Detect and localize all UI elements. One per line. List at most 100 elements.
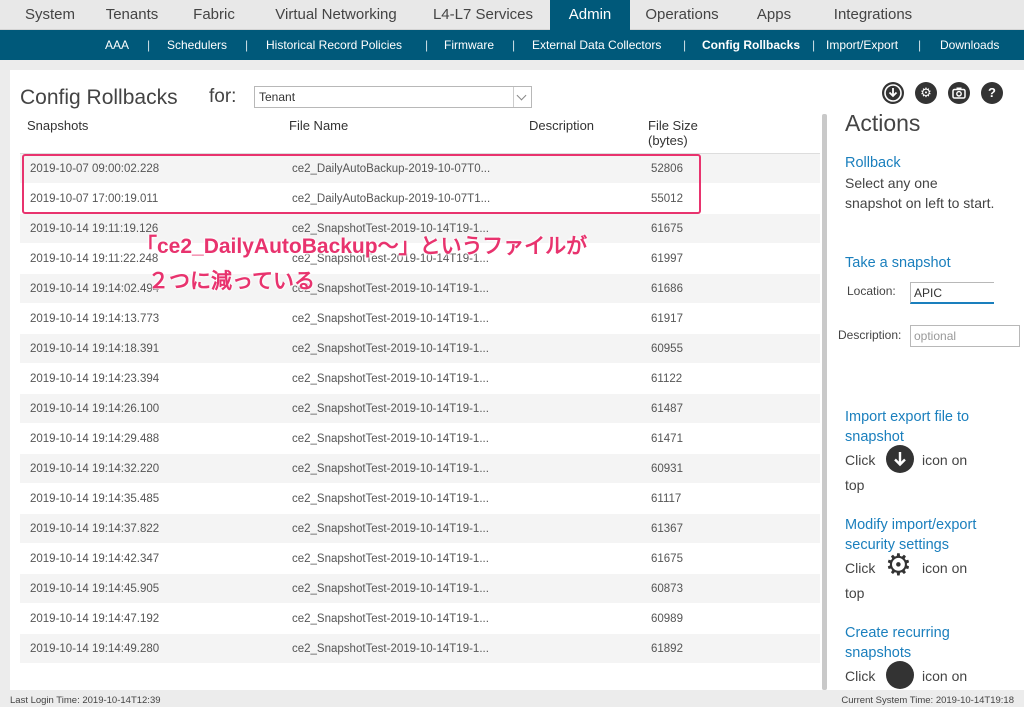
file-size-cell: 61675 — [651, 553, 683, 565]
table-row[interactable]: 2019-10-14 19:14:26.100 ce2_SnapshotTest-… — [20, 394, 820, 424]
camera-icon[interactable] — [948, 82, 970, 104]
subnav-downloads[interactable]: Downloads — [940, 30, 999, 60]
file-name-cell: ce2_SnapshotTest-2019-10-14T19-1... — [292, 313, 489, 325]
icon-on-label: icon on — [922, 668, 968, 684]
table-row[interactable]: 2019-10-14 19:11:19.126 ce2_SnapshotTest-… — [20, 214, 820, 244]
file-name-cell: ce2_SnapshotTest-2019-10-14T19-1... — [292, 613, 489, 625]
rollback-link[interactable]: Rollback — [845, 153, 901, 173]
location-input[interactable]: APIC — [910, 282, 994, 304]
file-name-cell: ce2_SnapshotTest-2019-10-14T19-1... — [292, 373, 489, 385]
click-label: Click — [845, 560, 876, 576]
tab-operations[interactable]: Operations — [632, 0, 732, 30]
gear-icon[interactable]: ⚙ — [915, 82, 937, 104]
table-scrollbar[interactable] — [822, 114, 827, 690]
tab-integrations[interactable]: Integrations — [816, 0, 930, 30]
table-row[interactable]: 2019-10-14 19:14:02.494 ce2_SnapshotTest-… — [20, 274, 820, 304]
description-input[interactable]: optional — [910, 325, 1020, 347]
file-name-cell: ce2_SnapshotTest-2019-10-14T19-1... — [292, 433, 489, 445]
last-login-time: Last Login Time: 2019-10-14T12:39 — [10, 695, 161, 706]
table-row[interactable]: 2019-10-14 19:14:37.822 ce2_SnapshotTest-… — [20, 514, 820, 544]
take-snapshot-link[interactable]: Take a snapshot — [845, 253, 951, 273]
import-export-file-link[interactable]: Import export file to snapshot — [845, 407, 1015, 447]
subnav-aaa[interactable]: AAA — [105, 30, 129, 60]
download-icon[interactable] — [882, 82, 904, 104]
table-row[interactable]: 2019-10-14 19:14:47.192 ce2_SnapshotTest-… — [20, 604, 820, 634]
subnav-config-rollbacks[interactable]: Config Rollbacks — [702, 30, 800, 60]
file-size-cell: 61675 — [651, 223, 683, 235]
file-size-cell: 61487 — [651, 403, 683, 415]
table-row[interactable]: 2019-10-14 19:14:42.347 ce2_SnapshotTest-… — [20, 544, 820, 574]
page-title: Config Rollbacks — [20, 86, 178, 109]
help-icon[interactable]: ? — [981, 82, 1003, 104]
subnav-separator: | — [245, 38, 249, 52]
snapshot-table-body: 2019-10-07 09:00:02.228 ce2_DailyAutoBack… — [20, 154, 820, 664]
snapshot-cell: 2019-10-14 19:14:49.280 — [30, 643, 160, 655]
config-rollbacks-panel: Config Rollbacks for: Tenant ⚙ ? Snapsho… — [10, 70, 1024, 690]
snapshot-cell: 2019-10-14 19:14:32.220 — [30, 463, 160, 475]
snapshot-cell: 2019-10-14 19:14:26.100 — [30, 403, 160, 415]
subnav-separator: | — [918, 38, 922, 52]
table-row[interactable]: 2019-10-14 19:14:35.485 ce2_SnapshotTest-… — [20, 484, 820, 514]
table-row[interactable]: 2019-10-14 19:14:13.773 ce2_SnapshotTest-… — [20, 304, 820, 334]
file-size-cell: 61117 — [651, 493, 682, 505]
tab-admin[interactable]: Admin — [550, 0, 630, 30]
subnav-firmware[interactable]: Firmware — [444, 30, 494, 60]
status-footer: Last Login Time: 2019-10-14T12:39 Curren… — [0, 694, 1024, 707]
tenant-select[interactable]: Tenant — [254, 86, 532, 108]
table-row[interactable]: 2019-10-14 19:14:18.391 ce2_SnapshotTest-… — [20, 334, 820, 364]
file-size-cell: 61471 — [651, 433, 683, 445]
chevron-down-icon[interactable] — [513, 87, 531, 107]
subnav-schedulers[interactable]: Schedulers — [167, 30, 227, 60]
subnav-separator: | — [512, 38, 516, 52]
click-label: Click — [845, 668, 876, 684]
snapshot-cell: 2019-10-14 19:11:22.248 — [30, 253, 159, 265]
file-name-cell: ce2_SnapshotTest-2019-10-14T19-1... — [292, 283, 489, 295]
header-file-size[interactable]: File Size (bytes) — [648, 118, 698, 148]
table-row[interactable]: 2019-10-07 09:00:02.228 ce2_DailyAutoBack… — [20, 154, 820, 184]
file-size-cell: 61997 — [651, 253, 683, 265]
table-row[interactable]: 2019-10-14 19:14:32.220 ce2_SnapshotTest-… — [20, 454, 820, 484]
modify-security-settings-link[interactable]: Modify import/export security settings — [845, 515, 1015, 555]
tab-l4-l7-services[interactable]: L4-L7 Services — [418, 0, 548, 30]
subnav-historical-record-policies[interactable]: Historical Record Policies — [266, 30, 402, 60]
snapshot-cell: 2019-10-14 19:14:13.773 — [30, 313, 160, 325]
create-recurring-snapshots-link[interactable]: Create recurring snapshots — [845, 623, 1015, 663]
description-label: Description: — [838, 328, 902, 342]
table-row[interactable]: 2019-10-14 19:14:49.280 ce2_SnapshotTest-… — [20, 634, 820, 664]
subnav-external-data-collectors[interactable]: External Data Collectors — [532, 30, 661, 60]
actions-panel: Actions Rollback Select any one snapshot… — [835, 106, 1024, 690]
actions-title: Actions — [845, 110, 921, 136]
table-row[interactable]: 2019-10-14 19:14:29.488 ce2_SnapshotTest-… — [20, 424, 820, 454]
file-size-cell: 61122 — [651, 373, 683, 385]
tab-apps[interactable]: Apps — [734, 0, 814, 30]
tab-tenants[interactable]: Tenants — [92, 0, 172, 30]
file-size-cell: 61686 — [651, 283, 683, 295]
click-label: Click — [845, 452, 876, 468]
subnav-separator: | — [812, 38, 816, 52]
file-name-cell: ce2_SnapshotTest-2019-10-14T19-1... — [292, 343, 489, 355]
header-file-name[interactable]: File Name — [289, 118, 348, 133]
snapshot-cell: 2019-10-14 19:14:02.494 — [30, 283, 160, 295]
file-size-cell: 61367 — [651, 523, 683, 535]
file-name-cell: ce2_SnapshotTest-2019-10-14T19-1... — [292, 463, 489, 475]
snapshot-cell: 2019-10-14 19:14:23.394 — [30, 373, 160, 385]
file-size-cell: 60931 — [651, 463, 683, 475]
header-description[interactable]: Description — [529, 118, 594, 133]
header-snapshots[interactable]: Snapshots — [27, 118, 88, 133]
table-row[interactable]: 2019-10-14 19:14:45.905 ce2_SnapshotTest-… — [20, 574, 820, 604]
top-label: top — [845, 585, 865, 601]
subnav-import-export[interactable]: Import/Export — [826, 30, 898, 60]
snapshot-cell: 2019-10-14 19:14:42.347 — [30, 553, 160, 565]
snapshot-cell: 2019-10-07 17:00:19.011 — [30, 193, 159, 205]
tab-system[interactable]: System — [10, 0, 90, 30]
tab-fabric[interactable]: Fabric — [174, 0, 254, 30]
camera-icon — [886, 661, 914, 689]
file-size-cell: 61917 — [651, 313, 683, 325]
file-name-cell: ce2_SnapshotTest-2019-10-14T19-1... — [292, 553, 489, 565]
table-row[interactable]: 2019-10-14 19:14:23.394 ce2_SnapshotTest-… — [20, 364, 820, 394]
table-row[interactable]: 2019-10-07 17:00:19.011 ce2_DailyAutoBack… — [20, 184, 820, 214]
table-row[interactable]: 2019-10-14 19:11:22.248 ce2_SnapshotTest-… — [20, 244, 820, 274]
file-name-cell: ce2_DailyAutoBackup-2019-10-07T0... — [292, 163, 491, 175]
tab-virtual-networking[interactable]: Virtual Networking — [256, 0, 416, 30]
subnav-separator: | — [147, 38, 151, 52]
